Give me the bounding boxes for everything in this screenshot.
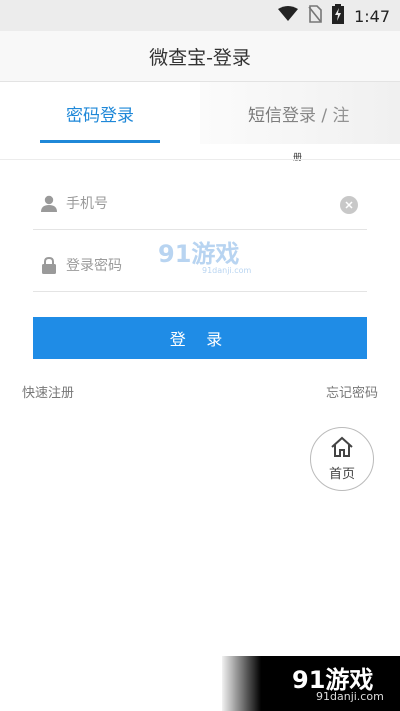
phone-field-row [33, 178, 367, 230]
forgot-password-link[interactable]: 忘记密码 [326, 382, 378, 401]
tab-password-login-label: 密码登录 [66, 105, 134, 126]
status-time: 1:47 [354, 6, 390, 26]
user-icon [38, 193, 60, 215]
corner-watermark: 91游戏 91danji.com [222, 656, 400, 711]
home-button[interactable]: 首页 [310, 427, 374, 491]
watermark-logo-subtext: 91danji.com [202, 266, 252, 275]
corner-watermark-subtext: 91danji.com [316, 690, 384, 703]
no-sim-icon [308, 5, 322, 27]
page-title: 微查宝-登录 [149, 46, 251, 69]
watermark-logo-text: 91游戏 [158, 240, 239, 268]
tab-sms-login[interactable]: 短信登录 / 注 [200, 82, 400, 144]
watermark-logo: 91游戏 91danji.com [158, 236, 258, 276]
home-label: 首页 [328, 467, 355, 482]
home-icon [330, 436, 354, 462]
quick-register-link[interactable]: 快速注册 [22, 382, 74, 401]
status-bar: 1:47 [0, 0, 400, 31]
active-tab-indicator [40, 140, 160, 143]
status-icons: 1:47 [278, 4, 390, 28]
battery-charging-icon [332, 4, 345, 28]
phone-input[interactable] [66, 195, 316, 212]
lock-icon [38, 255, 60, 277]
wifi-icon [278, 6, 299, 26]
login-tabs: 密码登录 短信登录 / 注 册 [0, 82, 400, 163]
tab-sms-login-label: 短信登录 / 注 [248, 105, 350, 126]
title-bar: 微查宝-登录 [0, 31, 400, 82]
tab-password-login[interactable]: 密码登录 [0, 82, 200, 144]
tabs-divider [0, 159, 400, 160]
login-button[interactable]: 登 录 [33, 317, 367, 359]
clear-icon[interactable] [340, 196, 358, 214]
tab-sms-overflow-text: 册 [293, 153, 302, 163]
